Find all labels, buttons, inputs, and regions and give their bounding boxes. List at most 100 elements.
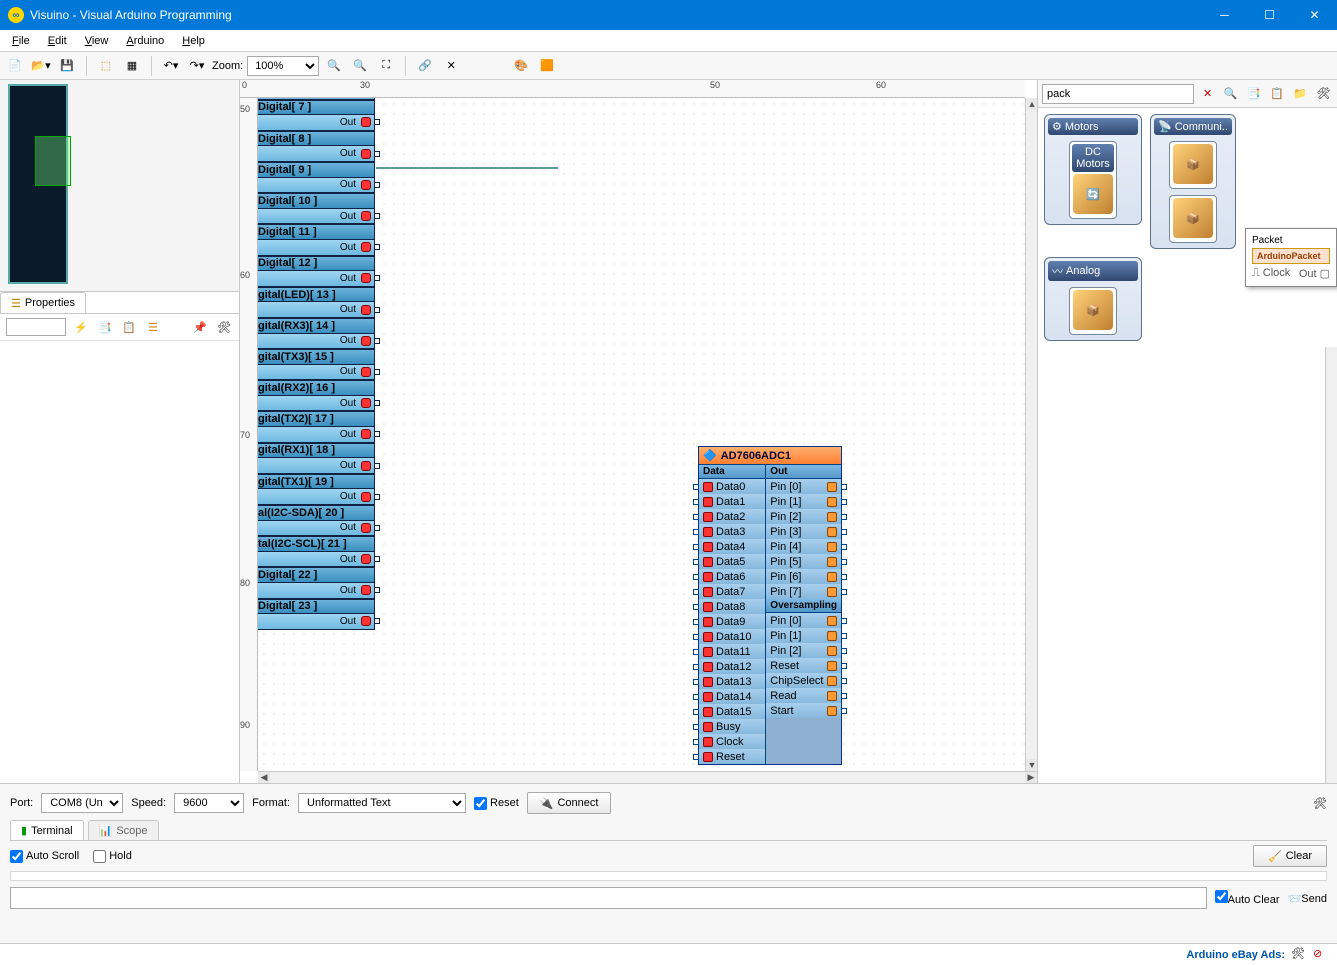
prop-tool-wrench-icon[interactable]: 🛠: [215, 318, 233, 336]
pin-row[interactable]: Digital[ 12 ]: [258, 256, 375, 272]
adc-pin-row[interactable]: Start: [766, 703, 841, 718]
connect-button[interactable]: 🔌Connect: [527, 792, 612, 814]
properties-filter-input[interactable]: [6, 318, 66, 336]
pin-row[interactable]: Out: [258, 334, 375, 350]
pin-row[interactable]: Out: [258, 583, 375, 599]
palette-item-comm-1[interactable]: 📦: [1169, 141, 1217, 189]
pin-row[interactable]: Out: [258, 396, 375, 412]
autoclear-checkbox[interactable]: [1215, 890, 1228, 903]
prop-tool-categorize-icon[interactable]: 📑: [96, 318, 114, 336]
menu-edit[interactable]: Edit: [40, 33, 75, 49]
palette-scrollbar[interactable]: [1325, 347, 1337, 783]
search-wrench-icon[interactable]: 🛠: [1314, 84, 1333, 104]
pin-row[interactable]: gital(RX1)[ 18 ]: [258, 443, 375, 459]
canvas[interactable]: OutDigital[ 7 ]OutDigital[ 8 ]OutDigital…: [258, 98, 1025, 771]
palette-search-input[interactable]: [1042, 84, 1194, 104]
search-category-icon[interactable]: 📑: [1244, 84, 1263, 104]
pin-row[interactable]: al(I2C-SDA)[ 20 ]: [258, 505, 375, 521]
search-filter-icon[interactable]: 🔍: [1221, 84, 1240, 104]
scrollbar-horizontal[interactable]: ◀▶: [258, 771, 1037, 783]
pin-row[interactable]: gital(LED)[ 13 ]: [258, 287, 375, 303]
palette-item-dc-motors[interactable]: DC Motors 🔄: [1069, 141, 1117, 219]
prop-tool-list-icon[interactable]: ☰: [144, 318, 162, 336]
adc-pin-row[interactable]: Reset: [766, 658, 841, 673]
upload-button[interactable]: 🟧: [536, 55, 558, 77]
adc-pin-row[interactable]: ChipSelect: [766, 673, 841, 688]
pin-row[interactable]: Digital[ 11 ]: [258, 224, 375, 240]
palette-item-analog-1[interactable]: 📦: [1069, 287, 1117, 335]
adc-pin-row[interactable]: Pin [7]: [766, 584, 841, 599]
adc-pin-row[interactable]: Read: [766, 688, 841, 703]
menu-view[interactable]: View: [77, 33, 117, 49]
pin-row[interactable]: Out: [258, 115, 375, 131]
adc-pin-row[interactable]: Data10: [699, 629, 765, 644]
group-button[interactable]: 🔗: [414, 55, 436, 77]
pin-row[interactable]: gital(TX3)[ 15 ]: [258, 349, 375, 365]
new-button[interactable]: 📄: [4, 55, 26, 77]
adc-pin-row[interactable]: Pin [5]: [766, 554, 841, 569]
send-button[interactable]: 📨Send: [1288, 892, 1327, 905]
scrollbar-vertical[interactable]: ▲▼: [1025, 98, 1037, 771]
ads-block-icon[interactable]: ⊘: [1313, 947, 1329, 963]
ads-tool-icon[interactable]: 🛠: [1291, 947, 1307, 963]
pin-row[interactable]: Digital[ 10 ]: [258, 193, 375, 209]
terminal-output[interactable]: [10, 871, 1327, 881]
maximize-button[interactable]: ☐: [1247, 0, 1292, 30]
palette-button[interactable]: 🎨: [510, 55, 532, 77]
adc-pin-row[interactable]: Pin [1]: [766, 628, 841, 643]
adc-pin-row[interactable]: Data11: [699, 644, 765, 659]
menu-arduino[interactable]: Arduino: [118, 33, 172, 49]
search-expand-icon[interactable]: 📋: [1268, 84, 1287, 104]
autoscroll-checkbox[interactable]: [10, 850, 23, 863]
pin-row[interactable]: tal(I2C-SCL)[ 21 ]: [258, 536, 375, 552]
adc-pin-row[interactable]: Pin [0]: [766, 613, 841, 628]
minimize-button[interactable]: ─: [1202, 0, 1247, 30]
properties-grid[interactable]: [0, 341, 239, 783]
format-select[interactable]: Unformatted Text: [298, 793, 466, 813]
adc-pin-row[interactable]: Data3: [699, 524, 765, 539]
pin-row[interactable]: Out: [258, 521, 375, 537]
adc-pin-row[interactable]: Clock: [699, 734, 765, 749]
terminal-tab[interactable]: ▮Terminal: [10, 820, 84, 840]
adc-pin-row[interactable]: Pin [0]: [766, 479, 841, 494]
adc-pin-row[interactable]: Data6: [699, 569, 765, 584]
pin-row[interactable]: Out: [258, 302, 375, 318]
grid-button[interactable]: ▦: [121, 55, 143, 77]
speed-select[interactable]: 9600: [174, 793, 244, 813]
pin-row[interactable]: Out: [258, 365, 375, 381]
pin-row[interactable]: Out: [258, 271, 375, 287]
adc-pin-row[interactable]: Data15: [699, 704, 765, 719]
zoom-fit-button[interactable]: ⛶: [375, 55, 397, 77]
properties-tab[interactable]: ☰Properties: [0, 292, 86, 313]
port-select[interactable]: COM8 (Unava: [41, 793, 123, 813]
adc-pin-row[interactable]: Busy: [699, 719, 765, 734]
pin-row[interactable]: Out: [258, 458, 375, 474]
search-collapse-icon[interactable]: 📁: [1291, 84, 1310, 104]
adc-pin-row[interactable]: Pin [3]: [766, 524, 841, 539]
delete-button[interactable]: ✕: [440, 55, 462, 77]
scope-tab[interactable]: 📊Scope: [88, 820, 159, 840]
pin-row[interactable]: Out: [258, 614, 375, 630]
arduino-block[interactable]: OutDigital[ 7 ]OutDigital[ 8 ]OutDigital…: [258, 98, 375, 630]
pin-row[interactable]: Digital[ 7 ]: [258, 100, 375, 116]
pin-row[interactable]: Out: [258, 146, 375, 162]
adc-block[interactable]: 🔷AD7606ADC1 Data Data0Data1Data2Data3Dat…: [698, 446, 842, 765]
overview-panel[interactable]: [0, 80, 239, 292]
adc-pin-row[interactable]: Data4: [699, 539, 765, 554]
pin-row[interactable]: Out: [258, 240, 375, 256]
pin-row[interactable]: Out: [258, 209, 375, 225]
zoom-out-button[interactable]: 🔍: [349, 55, 371, 77]
prop-tool-expand-icon[interactable]: 📋: [120, 318, 138, 336]
pin-icon[interactable]: 📌: [191, 318, 209, 336]
adc-pin-row[interactable]: Pin [4]: [766, 539, 841, 554]
pin-row[interactable]: gital(RX2)[ 16 ]: [258, 380, 375, 396]
close-button[interactable]: ✕: [1292, 0, 1337, 30]
palette-item-comm-2[interactable]: 📦: [1169, 195, 1217, 243]
adc-pin-row[interactable]: Data5: [699, 554, 765, 569]
search-clear-icon[interactable]: ✕: [1198, 84, 1217, 104]
layout-button[interactable]: ⬚: [95, 55, 117, 77]
adc-pin-row[interactable]: Data0: [699, 479, 765, 494]
adc-pin-row[interactable]: Pin [2]: [766, 643, 841, 658]
pin-row[interactable]: gital(RX3)[ 14 ]: [258, 318, 375, 334]
adc-pin-row[interactable]: Data1: [699, 494, 765, 509]
